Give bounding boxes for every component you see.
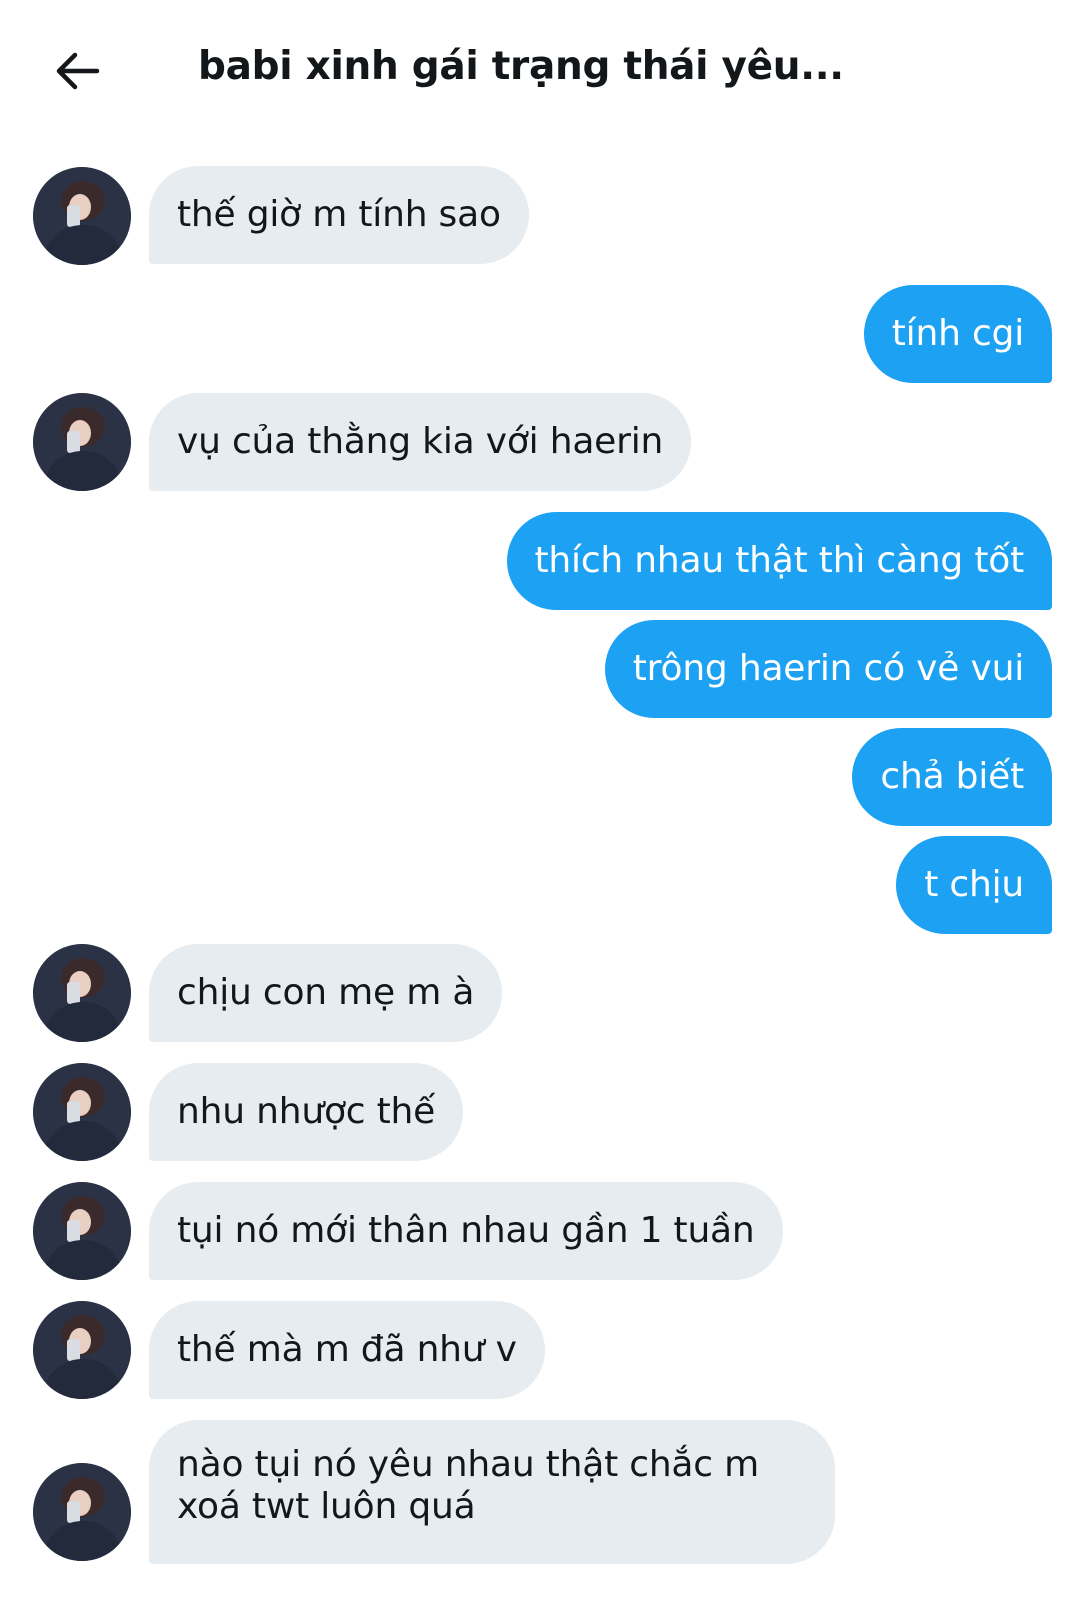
outgoing-message-bubble[interactable]: tính cgi [863, 285, 1052, 383]
outgoing-message-bubble[interactable]: thích nhau thật thì càng tốt [506, 512, 1052, 610]
incoming-message-bubble[interactable]: nào tụi nó yêu nhau thật chắc m xoá twt … [149, 1420, 835, 1564]
conversation-title: babi xinh gái trạng thái yêu... [198, 44, 844, 89]
outgoing-message-bubble[interactable]: trông haerin có vẻ vui [604, 620, 1052, 718]
incoming-message-bubble[interactable]: tụi nó mới thân nhau gần 1 tuần [149, 1182, 783, 1280]
contact-avatar[interactable] [33, 1463, 131, 1561]
outgoing-message-bubble[interactable]: t chịu [896, 836, 1052, 934]
conversation-header: babi xinh gái trạng thái yêu... [0, 0, 1080, 140]
back-arrow-icon [56, 52, 100, 90]
incoming-message-bubble[interactable]: thế mà m đã như v [149, 1301, 545, 1399]
contact-avatar[interactable] [33, 1301, 131, 1399]
outgoing-message-bubble[interactable]: chả biết [852, 728, 1052, 826]
incoming-message-bubble[interactable]: thế giờ m tính sao [149, 166, 529, 264]
contact-avatar[interactable] [33, 1063, 131, 1161]
contact-avatar[interactable] [33, 1182, 131, 1280]
back-button[interactable] [48, 42, 106, 100]
incoming-message-bubble[interactable]: nhu nhược thế [149, 1063, 464, 1161]
contact-avatar[interactable] [33, 944, 131, 1042]
contact-avatar[interactable] [33, 393, 131, 491]
incoming-message-bubble[interactable]: chịu con mẹ m à [149, 944, 503, 1042]
incoming-message-bubble[interactable]: vụ của thằng kia với haerin [149, 393, 692, 491]
dm-conversation-screen: babi xinh gái trạng thái yêu... thế giờ … [0, 0, 1080, 1597]
contact-avatar[interactable] [33, 167, 131, 265]
